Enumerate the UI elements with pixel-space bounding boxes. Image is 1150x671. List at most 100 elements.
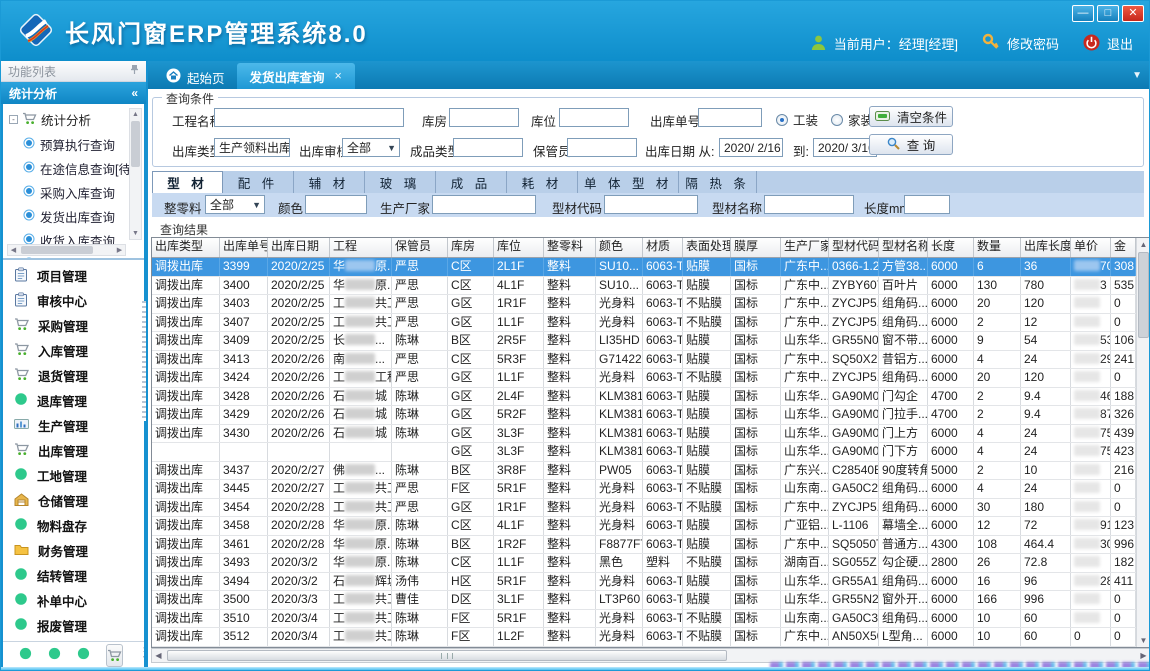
sidebar-item-采购管理[interactable]: 采购管理 xyxy=(3,313,144,338)
profile-name-input[interactable] xyxy=(764,195,854,214)
tree-horizontal-scrollbar[interactable]: ◀▶ xyxy=(7,244,126,256)
search-button[interactable]: 查 询 xyxy=(869,134,953,155)
material-tab[interactable]: 辅 材 xyxy=(294,171,365,193)
date-from-picker[interactable]: 2020/ 2/16▼ xyxy=(719,138,783,157)
tree-item[interactable]: 采购入库查询 xyxy=(7,180,142,204)
tree-item[interactable]: 预算执行查询 xyxy=(7,132,142,156)
tree-expander-icon[interactable]: - xyxy=(9,115,18,124)
radio-jiazhuang[interactable] xyxy=(831,114,843,126)
sidebar-item-工地管理[interactable]: 工地管理 xyxy=(3,463,144,488)
column-header[interactable]: 颜色 xyxy=(596,238,643,257)
sidebar-item-结转管理[interactable]: 结转管理 xyxy=(3,563,144,588)
table-row[interactable]: 调拨出库34032020/2/25工共工程严思G区1R1F整料光身料6063-T… xyxy=(152,295,1150,314)
sidebar-item-出库管理[interactable]: 出库管理 xyxy=(3,438,144,463)
column-header[interactable]: 出库长度 xyxy=(1021,238,1071,257)
column-header[interactable]: 表面处理 xyxy=(683,238,731,257)
table-row[interactable]: 调拨出库34282020/2/26石城陈琳G区2L4F整料KLM38176063… xyxy=(152,388,1150,407)
table-row[interactable]: 调拨出库34942020/3/2石辉城汤伟H区5R1F整料光身料6063-T5贴… xyxy=(152,573,1150,592)
table-row[interactable]: 调拨出库34002020/2/25华原...严思C区4L1F整料SU10...6… xyxy=(152,277,1150,296)
table-vertical-scrollbar[interactable]: ▲▼ xyxy=(1136,238,1150,647)
table-row[interactable]: G区3L3F整料KLM38176063-T5贴膜国标山东华...GA90M09.… xyxy=(152,443,1150,462)
column-header[interactable]: 保管员 xyxy=(392,238,448,257)
column-header[interactable]: 库位 xyxy=(494,238,544,257)
table-row[interactable]: 调拨出库34932020/3/2华原...陈琳C区1L1F整料黑色塑料不贴膜国标… xyxy=(152,554,1150,573)
audit-select[interactable]: 全部▼ xyxy=(342,138,400,157)
table-row[interactable]: 调拨出库34132020/2/26南...严思C区5R3F整料G71422606… xyxy=(152,351,1150,370)
table-row[interactable]: 调拨出库35002020/3/3工共工程曹佳D区3L1F整料LT3P606063… xyxy=(152,591,1150,610)
table-row[interactable]: 调拨出库34242020/2/26工工程严思G区1L1F整料光身料6063-T5… xyxy=(152,369,1150,388)
close-button[interactable]: ✕ xyxy=(1122,5,1144,22)
tree-vertical-scrollbar[interactable]: ▲▼ xyxy=(129,108,142,240)
pin-icon[interactable] xyxy=(130,64,139,78)
sidebar-item-生产管理[interactable]: 生产管理 xyxy=(3,413,144,438)
column-header[interactable]: 出库日期 xyxy=(268,238,330,257)
maximize-button[interactable]: □ xyxy=(1097,5,1119,22)
column-header[interactable]: 膜厚 xyxy=(731,238,781,257)
material-tab[interactable]: 隔 热 条 xyxy=(679,171,756,193)
table-row[interactable]: 调拨出库34372020/2/27佛...陈琳B区3R8F整料PW056063-… xyxy=(152,462,1150,481)
color-input[interactable] xyxy=(305,195,367,214)
column-header[interactable]: 生产厂家 xyxy=(781,238,829,257)
table-row[interactable]: 调拨出库34542020/2/28工共工程严思G区1R1F整料光身料6063-T… xyxy=(152,499,1150,518)
date-to-picker[interactable]: 2020/ 3/16▼ xyxy=(813,138,877,157)
profile-code-input[interactable] xyxy=(604,195,698,214)
sidebar-item-财务管理[interactable]: 财务管理 xyxy=(3,538,144,563)
minimize-button[interactable]: — xyxy=(1072,5,1094,22)
table-horizontal-scrollbar[interactable]: ◀ ▶ xyxy=(151,648,1150,663)
cart-button[interactable] xyxy=(106,644,123,667)
clear-conditions-button[interactable]: 清空条件 xyxy=(869,106,953,127)
tab-list-dropdown-icon[interactable]: ▼ xyxy=(1132,70,1142,81)
length-input[interactable] xyxy=(904,195,950,214)
sidebar-item-仓储管理[interactable]: 仓储管理 xyxy=(3,488,144,513)
material-tab[interactable]: 成 品 xyxy=(436,171,507,193)
radio-gongzhuang[interactable] xyxy=(776,114,788,126)
sidebar-item-报废管理[interactable]: 报废管理 xyxy=(3,613,144,638)
column-header[interactable]: 出库单号 xyxy=(220,238,268,257)
column-header[interactable]: 工程 xyxy=(330,238,392,257)
column-header[interactable]: 整零料 xyxy=(544,238,596,257)
product-type-input[interactable] xyxy=(453,138,523,157)
column-header[interactable]: 单价 xyxy=(1071,238,1111,257)
zhengliao-select[interactable]: 全部▼ xyxy=(205,195,265,214)
factory-input[interactable] xyxy=(432,195,536,214)
location-input[interactable] xyxy=(559,108,629,127)
column-header[interactable]: 出库类型 xyxy=(152,238,220,257)
collapse-icon[interactable]: « xyxy=(131,86,138,100)
material-tab[interactable]: 玻 璃 xyxy=(365,171,436,193)
sidebar-item-退库管理[interactable]: 退库管理 xyxy=(3,388,144,413)
table-row[interactable]: 调拨出库34072020/2/25工共工程严思G区1L1F整料光身料6063-T… xyxy=(152,314,1150,333)
table-row[interactable]: 调拨出库34302020/2/26石城陈琳G区3L3F整料KLM38176063… xyxy=(152,425,1150,444)
table-row[interactable]: 调拨出库35122020/3/4工共工程陈琳F区1L2F整料光身料6063-T5… xyxy=(152,628,1150,647)
sidebar-item-补单中心[interactable]: 补单中心 xyxy=(3,588,144,613)
column-header[interactable]: 金 xyxy=(1111,238,1136,257)
material-tab[interactable]: 单 体 型 材 xyxy=(578,171,679,193)
table-row[interactable]: 调拨出库34292020/2/26石城陈琳G区5R2F整料KLM38176063… xyxy=(152,406,1150,425)
logout-link[interactable]: 退出 xyxy=(1107,34,1133,53)
change-password-link[interactable]: 修改密码 xyxy=(1007,34,1059,53)
tab-close-icon[interactable]: × xyxy=(335,69,342,83)
tree-item[interactable]: 在途信息查询[待 xyxy=(7,156,142,180)
table-row[interactable]: 调拨出库34092020/2/25长...陈琳B区2R5F整料LI35HD606… xyxy=(152,332,1150,351)
sidebar-item-入库管理[interactable]: 入库管理 xyxy=(3,338,144,363)
tab-active[interactable]: 发货出库查询 × xyxy=(237,63,355,89)
sidebar-item-审核中心[interactable]: 审核中心 xyxy=(3,288,144,313)
keeper-input[interactable] xyxy=(567,138,637,157)
column-header[interactable]: 长度 xyxy=(928,238,974,257)
material-tab[interactable]: 耗 材 xyxy=(507,171,578,193)
dot-icon[interactable] xyxy=(48,647,61,663)
tab-home[interactable]: 起始页 xyxy=(154,65,237,89)
table-row[interactable]: 调拨出库34582020/2/28华原...陈琳C区4L1F整料光身料6063-… xyxy=(152,517,1150,536)
table-row[interactable]: 调拨出库35102020/3/4工共工程陈琳F区5R1F整料光身料6063-T5… xyxy=(152,610,1150,629)
sidebar-item-项目管理[interactable]: 项目管理 xyxy=(3,263,144,288)
project-name-input[interactable] xyxy=(214,108,404,127)
dot-icon[interactable] xyxy=(19,647,32,663)
sidebar-item-物料盘存[interactable]: 物料盘存 xyxy=(3,513,144,538)
material-tab[interactable]: 配 件 xyxy=(223,171,294,193)
column-header[interactable]: 型材名称 xyxy=(879,238,928,257)
out-type-select[interactable]: 生产领料出库▼ xyxy=(214,138,290,157)
sidebar-item-退货管理[interactable]: 退货管理 xyxy=(3,363,144,388)
tree-root-node[interactable]: - 统计分析 xyxy=(7,108,142,132)
warehouse-input[interactable] xyxy=(449,108,519,127)
column-header[interactable]: 型材代码 xyxy=(829,238,879,257)
dot-icon[interactable] xyxy=(77,647,90,663)
